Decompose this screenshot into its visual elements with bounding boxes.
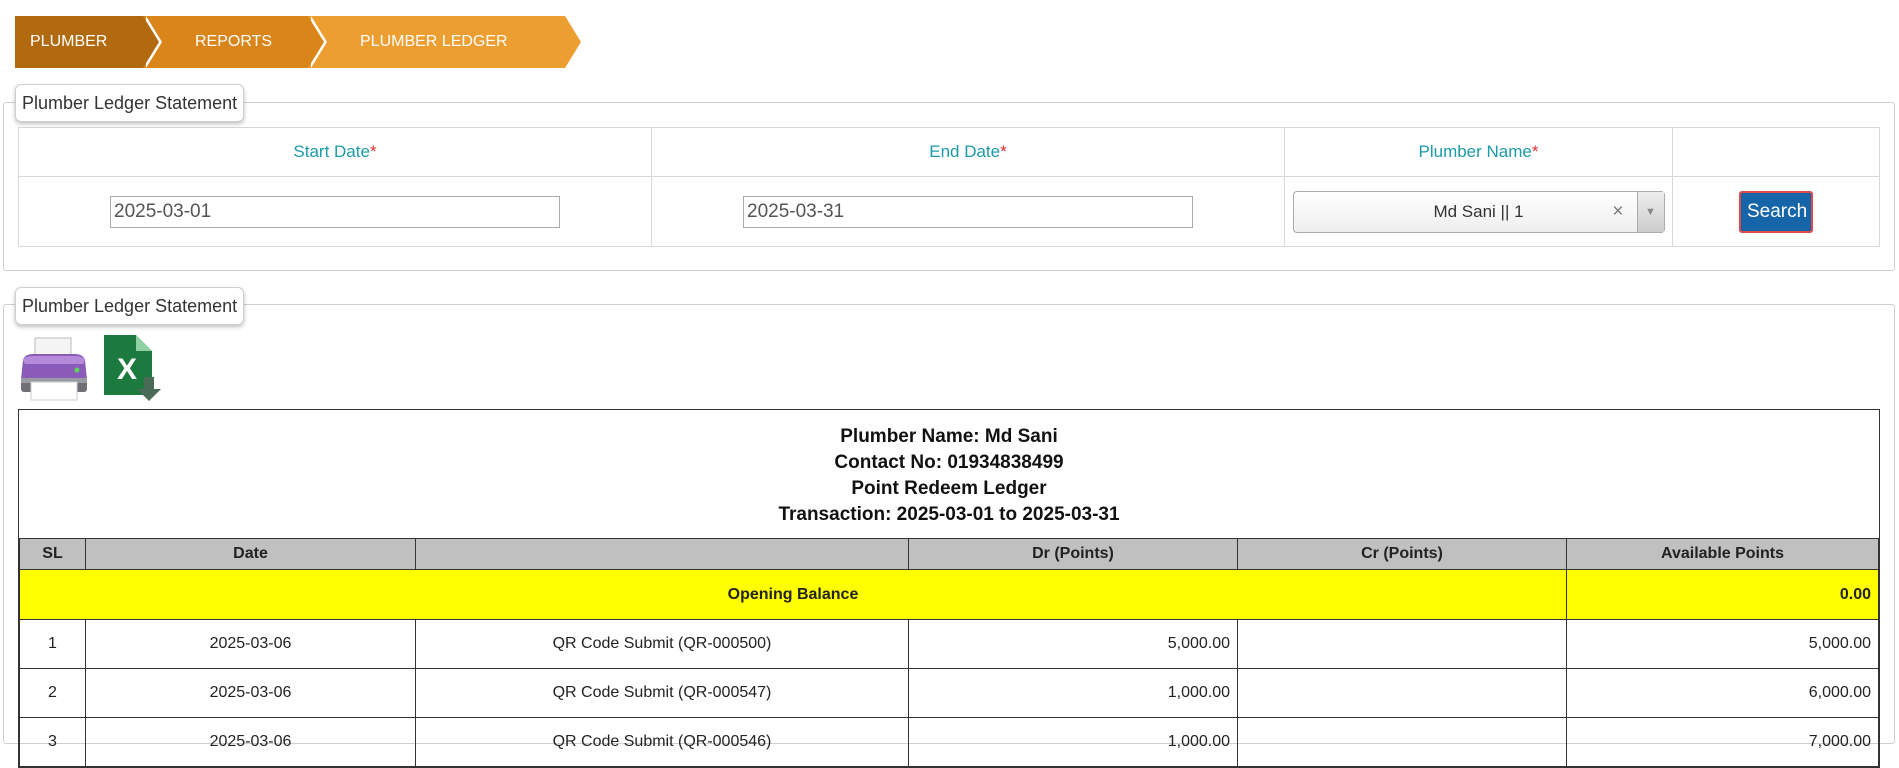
transaction-line: Transaction: 2025-03-01 to 2025-03-31 xyxy=(778,504,1120,525)
report-header: Plumber Name: Md Sani Contact No: 019348… xyxy=(19,410,1879,538)
cell-available: 5,000.00 xyxy=(1566,619,1879,669)
ledger-table: SL Date Dr (Points) Cr (Points) Availabl… xyxy=(19,538,1879,767)
cell-cr xyxy=(1237,717,1567,767)
breadcrumb-reports[interactable]: REPORTS xyxy=(143,16,327,68)
required-mark: * xyxy=(1000,142,1007,161)
opening-balance-row: Opening Balance 0.00 xyxy=(19,569,1879,620)
cell-available: 6,000.00 xyxy=(1566,668,1879,718)
end-date-input[interactable] xyxy=(743,195,1193,228)
breadcrumb-plumber[interactable]: PLUMBER xyxy=(15,16,162,68)
breadcrumb-reports-label: REPORTS xyxy=(195,33,273,50)
cell-cr xyxy=(1237,619,1567,669)
cell-dr: 1,000.00 xyxy=(908,668,1238,718)
cell-date: 2025-03-06 xyxy=(85,717,416,767)
cell-available: 7,000.00 xyxy=(1566,717,1879,767)
cell-date: 2025-03-06 xyxy=(85,668,416,718)
breadcrumb: PLUMBER REPORTS PLUMBER LEDGER xyxy=(15,16,581,68)
ledger-report: Plumber Name: Md Sani Contact No: 019348… xyxy=(18,409,1880,768)
table-row: 1 2025-03-06 QR Code Submit (QR-000500) … xyxy=(19,619,1879,669)
breadcrumb-plumber-ledger[interactable]: PLUMBER LEDGER xyxy=(308,16,581,68)
start-date-cell xyxy=(18,176,652,247)
table-row: 3 2025-03-06 QR Code Submit (QR-000546) … xyxy=(19,717,1879,767)
end-date-cell xyxy=(651,176,1285,247)
cell-cr xyxy=(1237,668,1567,718)
required-mark: * xyxy=(369,142,377,161)
plumber-select-value: Md Sani || 1 xyxy=(1433,201,1524,221)
plumber-name-line: Plumber Name: Md Sani xyxy=(840,426,1058,447)
opening-balance-label: Opening Balance xyxy=(19,569,1567,620)
empty-header-cell xyxy=(1672,127,1880,177)
report-panel-legend: Plumber Ledger Statement xyxy=(15,287,245,325)
breadcrumb-plumber-label: PLUMBER xyxy=(30,33,108,50)
col-description xyxy=(415,538,909,570)
contact-line: Contact No: 01934838499 xyxy=(834,452,1064,473)
col-sl: SL xyxy=(19,538,86,570)
plumber-select[interactable]: Md Sani || 1 × ▼ xyxy=(1292,190,1665,233)
excel-export-icon[interactable]: X xyxy=(100,333,164,403)
start-date-input[interactable] xyxy=(110,195,560,228)
table-row: 2 2025-03-06 QR Code Submit (QR-000547) … xyxy=(19,668,1879,718)
filter-panel-legend: Plumber Ledger Statement xyxy=(15,84,245,122)
col-date: Date xyxy=(85,538,416,570)
search-cell: Search xyxy=(1672,176,1880,247)
start-date-label: Start Date* xyxy=(18,127,652,177)
chevron-down-icon[interactable]: ▼ xyxy=(1636,191,1664,232)
cell-dr: 5,000.00 xyxy=(908,619,1238,669)
filter-table: Start Date* End Date* Plumber Name* Md S… xyxy=(18,127,1880,247)
clear-icon[interactable]: × xyxy=(1612,201,1623,223)
plumber-select-cell: Md Sani || 1 × ▼ xyxy=(1284,176,1673,247)
breadcrumb-plumber-ledger-label: PLUMBER LEDGER xyxy=(360,33,508,50)
col-available: Available Points xyxy=(1566,538,1879,570)
ledger-title: Point Redeem Ledger xyxy=(851,478,1047,499)
cell-dr: 1,000.00 xyxy=(908,717,1238,767)
cell-date: 2025-03-06 xyxy=(85,619,416,669)
svg-text:X: X xyxy=(117,353,137,386)
cell-sl: 3 xyxy=(19,717,86,767)
printer-icon[interactable] xyxy=(17,334,91,402)
end-date-label: End Date* xyxy=(651,127,1285,177)
required-mark: * xyxy=(1531,142,1539,161)
opening-balance-value: 0.00 xyxy=(1566,569,1879,620)
search-button[interactable]: Search xyxy=(1739,190,1813,233)
cell-sl: 2 xyxy=(19,668,86,718)
cell-description: QR Code Submit (QR-000547) xyxy=(415,668,909,718)
col-cr: Cr (Points) xyxy=(1237,538,1567,570)
cell-sl: 1 xyxy=(19,619,86,669)
col-dr: Dr (Points) xyxy=(908,538,1238,570)
plumber-name-label: Plumber Name* xyxy=(1284,127,1673,177)
cell-description: QR Code Submit (QR-000500) xyxy=(415,619,909,669)
cell-description: QR Code Submit (QR-000546) xyxy=(415,717,909,767)
